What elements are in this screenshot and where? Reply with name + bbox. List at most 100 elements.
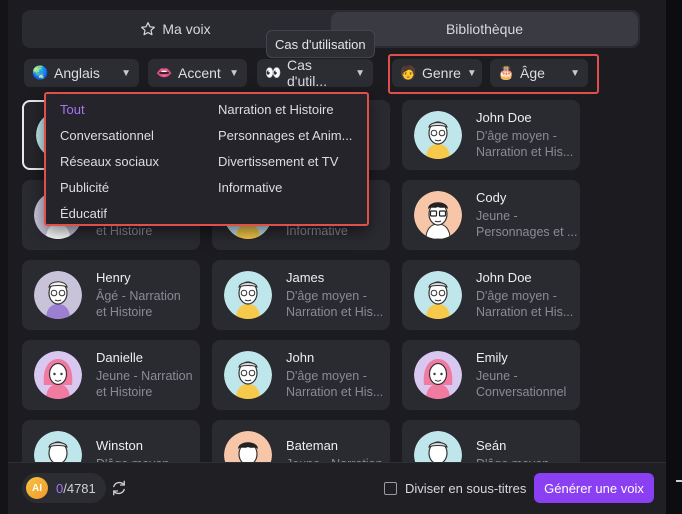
voice-card[interactable]: Winston D'âge moyen - xyxy=(22,420,200,465)
voice-card[interactable]: Cody Jeune - Personnages et ... xyxy=(402,180,580,250)
dropdown-option-educational[interactable]: Éducatif xyxy=(60,206,107,221)
card-desc: D'âge moyen - xyxy=(476,289,557,303)
dropdown-option-all[interactable]: Tout xyxy=(60,102,85,117)
voice-library-panel: Ma voix Bibliothèque Cas d'utilisation 🌏… xyxy=(0,0,682,514)
credits-counter: AI 0 /4781 xyxy=(22,473,106,503)
card-desc: et Histoire xyxy=(96,305,153,319)
card-info: Bateman Jeune - Narration xyxy=(286,438,383,465)
card-desc: Jeune - xyxy=(476,369,518,383)
chevron-down-icon: ▼ xyxy=(229,67,239,79)
dropdown-option-conversational[interactable]: Conversationnel xyxy=(60,128,154,143)
card-desc: Narration et His... xyxy=(286,305,384,319)
avatar xyxy=(414,271,462,319)
star-icon xyxy=(141,22,156,36)
voice-card[interactable]: Henry Âgé - Narration et Histoire xyxy=(22,260,200,330)
bottom-bar: AI 0 /4781 Diviser en sous-titres Génére… xyxy=(8,462,666,514)
split-subtitles-option[interactable]: Diviser en sous-titres xyxy=(384,481,526,496)
card-name: Seán xyxy=(476,438,507,453)
tab-my-voice-label: Ma voix xyxy=(162,21,211,37)
language-filter-label: Anglais xyxy=(54,65,100,81)
globe-icon: 🌏 xyxy=(32,65,49,80)
dropdown-option-entertainment[interactable]: Divertissement et TV xyxy=(218,154,338,169)
card-name: James xyxy=(286,270,325,285)
card-name: Winston xyxy=(96,438,143,453)
accent-filter-label: Accent xyxy=(178,65,221,81)
card-desc: et Histoire xyxy=(96,385,153,399)
card-info: John D'âge moyen - Narration et His... xyxy=(286,350,383,400)
card-info: James D'âge moyen - Narration et His... xyxy=(286,270,383,320)
card-desc: Narration et His... xyxy=(286,385,384,399)
card-name: Danielle xyxy=(96,350,143,365)
card-name: Henry xyxy=(96,270,131,285)
avatar xyxy=(414,431,462,465)
right-edge xyxy=(666,0,682,514)
voice-card[interactable]: James D'âge moyen - Narration et His... xyxy=(212,260,390,330)
voice-card[interactable]: Seán D'âge moyen - xyxy=(402,420,580,465)
card-name: John Doe xyxy=(476,110,532,125)
ai-coin-icon: AI xyxy=(26,477,48,499)
card-desc: Narration et His... xyxy=(476,305,574,319)
voice-card[interactable]: John Doe D'âge moyen - Narration et His.… xyxy=(402,260,580,330)
generate-voice-button[interactable]: Générer une voix xyxy=(534,473,654,503)
card-info: Cody Jeune - Personnages et ... xyxy=(476,190,577,240)
card-desc: Âgé - Narration xyxy=(96,289,181,303)
avatar xyxy=(224,351,272,399)
edge-mark xyxy=(676,480,682,482)
card-name: Cody xyxy=(476,190,507,205)
avatar xyxy=(34,431,82,465)
card-name: John xyxy=(286,350,315,365)
avatar xyxy=(224,431,272,465)
card-name: John Doe xyxy=(476,270,532,285)
dropdown-option-characters[interactable]: Personnages et Anim... xyxy=(218,128,352,143)
avatar xyxy=(414,351,462,399)
chevron-down-icon: ▼ xyxy=(355,67,365,79)
dropdown-option-advertising[interactable]: Publicité xyxy=(60,180,109,195)
tab-library-label: Bibliothèque xyxy=(445,21,524,37)
card-name: Bateman xyxy=(286,438,339,453)
card-desc: Jeune - xyxy=(476,209,518,223)
eyes-icon: 👀 xyxy=(265,65,282,80)
avatar xyxy=(414,111,462,159)
voice-card[interactable]: John Doe D'âge moyen - Narration et His.… xyxy=(402,100,580,170)
card-info: Seán D'âge moyen - xyxy=(476,438,557,465)
use-case-tooltip: Cas d'utilisation xyxy=(266,30,375,58)
dropdown-option-informative[interactable]: Informative xyxy=(218,180,282,195)
card-desc: Jeune - Narration xyxy=(96,369,193,383)
use-case-filter[interactable]: 👀 Cas d'util... ▼ xyxy=(257,57,373,89)
card-desc: Conversationnel xyxy=(476,385,567,399)
chevron-down-icon: ▼ xyxy=(121,67,131,79)
avatar xyxy=(34,271,82,319)
voice-card[interactable]: Emily Jeune - Conversationnel xyxy=(402,340,580,410)
use-case-filter-label: Cas d'util... xyxy=(287,57,328,89)
voice-card[interactable]: Bateman Jeune - Narration xyxy=(212,420,390,465)
avatar xyxy=(414,191,462,239)
card-info: Danielle Jeune - Narration et Histoire xyxy=(96,350,193,400)
split-subtitles-label: Diviser en sous-titres xyxy=(405,481,527,496)
card-info: Henry Âgé - Narration et Histoire xyxy=(96,270,181,320)
card-info: John Doe D'âge moyen - Narration et His.… xyxy=(476,270,573,320)
voice-card[interactable]: John D'âge moyen - Narration et His... xyxy=(212,340,390,410)
dropdown-option-social-media[interactable]: Réseaux sociaux xyxy=(60,154,159,169)
left-edge xyxy=(0,0,8,514)
language-filter[interactable]: 🌏 Anglais ▼ xyxy=(24,59,139,87)
refresh-icon[interactable] xyxy=(108,477,130,499)
card-info: John Doe D'âge moyen - Narration et His.… xyxy=(476,110,573,160)
avatar xyxy=(34,351,82,399)
card-info: Emily Jeune - Conversationnel xyxy=(476,350,566,400)
card-name: Emily xyxy=(476,350,508,365)
card-desc: Personnages et ... xyxy=(476,225,578,239)
tab-library[interactable]: Bibliothèque xyxy=(331,12,638,46)
card-desc: Narration et His... xyxy=(476,145,574,159)
card-desc: D'âge moyen - xyxy=(286,289,367,303)
credits-total: /4781 xyxy=(63,480,96,496)
dropdown-option-narration[interactable]: Narration et Histoire xyxy=(218,102,334,117)
accent-filter[interactable]: 👄 Accent ▼ xyxy=(148,59,247,87)
split-subtitles-checkbox[interactable] xyxy=(384,482,397,495)
card-desc: D'âge moyen - xyxy=(476,129,557,143)
use-case-dropdown: Tout Narration et Histoire Conversationn… xyxy=(44,92,369,226)
voice-card[interactable]: Danielle Jeune - Narration et Histoire xyxy=(22,340,200,410)
card-info: Winston D'âge moyen - xyxy=(96,438,177,465)
highlight-box xyxy=(388,54,599,94)
credits-used: 0 xyxy=(56,480,64,496)
card-desc: D'âge moyen - xyxy=(286,369,367,383)
